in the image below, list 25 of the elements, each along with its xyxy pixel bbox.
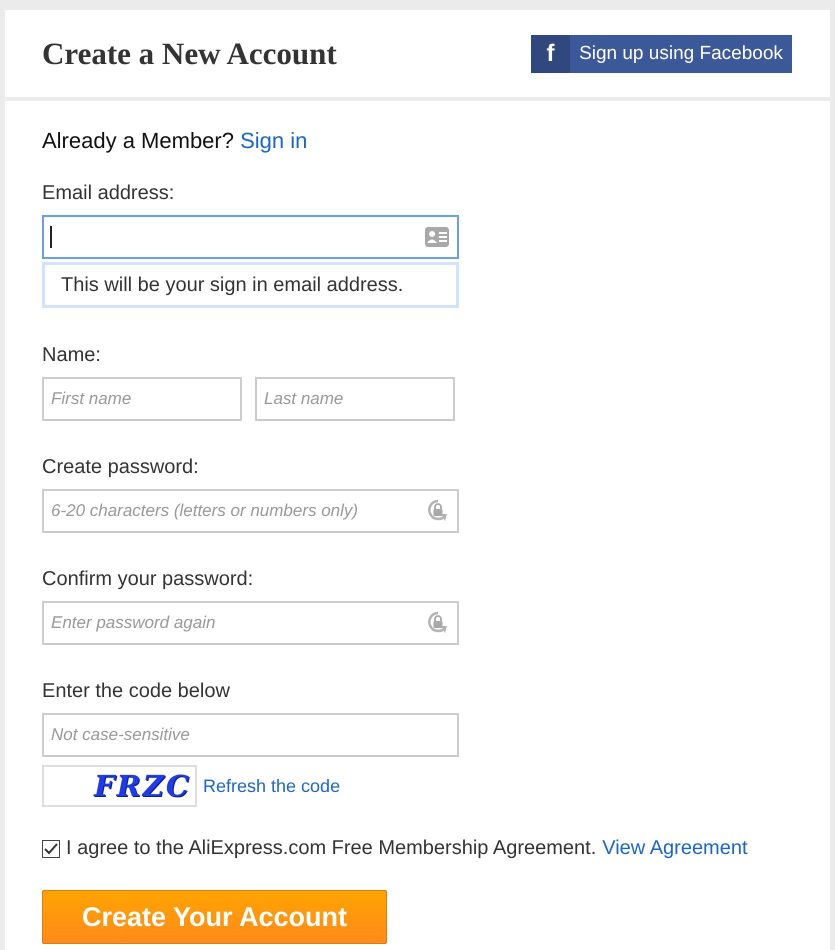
field-label: Name: — [42, 344, 102, 367]
facebook-signup-button[interactable]: f Sign up using Facebook — [531, 34, 792, 72]
input-field[interactable]: First name — [42, 377, 242, 421]
captcha-image: FRZC — [42, 765, 197, 807]
input-field[interactable]: Enter password again — [42, 601, 459, 645]
field-label: Email address: — [42, 182, 176, 205]
sign-in-link[interactable]: Sign in — [240, 128, 308, 153]
input-field[interactable]: Last name — [255, 377, 455, 421]
text-cursor — [50, 226, 52, 248]
input-field[interactable]: Not case-sensitive — [42, 713, 459, 757]
lock-refresh-icon — [427, 611, 449, 635]
agreement-text: I agree to the AliExpress.com Free Membership Agreement. — [66, 837, 596, 860]
refresh-code-link[interactable]: Refresh the code — [203, 776, 340, 796]
field-label: Confirm your password: — [42, 568, 254, 591]
input-field[interactable]: 6-20 characters (letters or numbers only) — [42, 489, 459, 533]
contact-card-icon — [425, 227, 449, 247]
field-label: Create password: — [42, 456, 200, 479]
field-hint: This will be your sign in email address. — [42, 262, 459, 308]
field-label: Enter the code below — [42, 680, 231, 703]
agreement-checkbox[interactable] — [42, 840, 60, 858]
lock-refresh-icon — [427, 499, 449, 523]
page-title: Create a New Account — [42, 36, 337, 72]
view-agreement-link[interactable]: View Agreement — [602, 837, 748, 860]
email-field[interactable] — [42, 215, 459, 259]
member-prompt: Already a Member? Sign in — [42, 128, 308, 154]
